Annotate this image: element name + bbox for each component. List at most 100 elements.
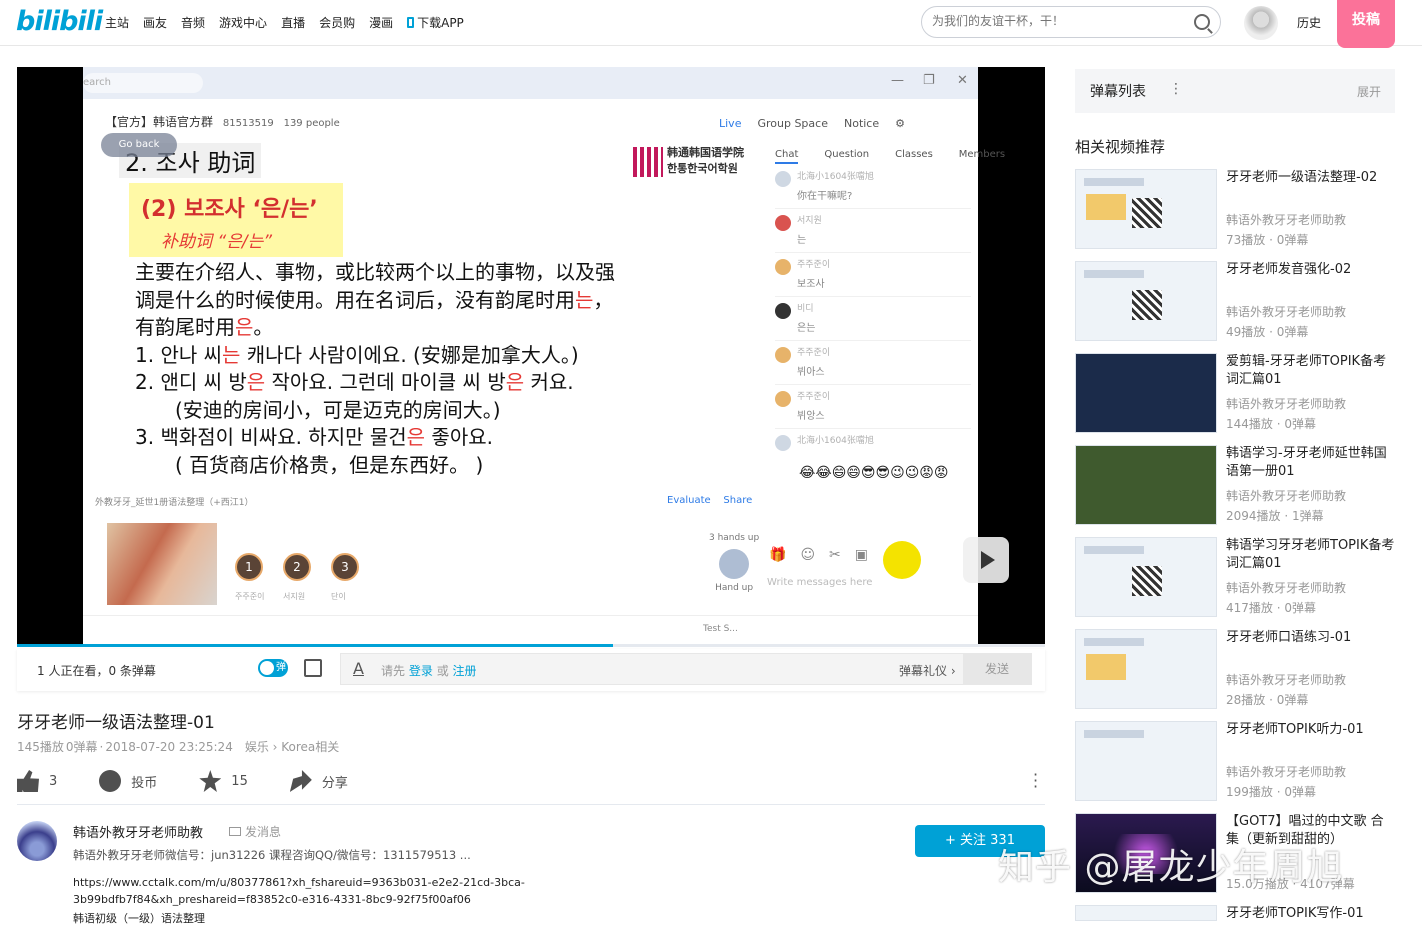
related-video-author[interactable]: 韩语外教牙牙老师助教 bbox=[1226, 395, 1346, 412]
chat-user: 주주준이 bbox=[797, 260, 831, 270]
chat-tools: 🎁 ☺ ✂ ▣ bbox=[769, 547, 882, 563]
chat-tab-chat: Chat bbox=[775, 149, 799, 164]
chat-text: 뷔아스 bbox=[797, 367, 825, 378]
video-description-line: 3b99bdfb7f84&xh_preshareid=f83852c0-e316… bbox=[73, 893, 471, 906]
uploader-name[interactable]: 韩语外教牙牙老师助教 bbox=[73, 822, 203, 841]
slide-topic-chinese: 补助词 “은/는” bbox=[161, 232, 273, 252]
related-video[interactable]: 牙牙老师TOPIK听力-01 韩语外教牙牙老师助教 199播放 · 0弹幕 bbox=[1075, 721, 1405, 803]
send-message-link[interactable]: 发消息 bbox=[229, 823, 281, 840]
chat-tab-question: Question bbox=[824, 149, 870, 160]
slide-example-2-cn: (安迪的房间小，可是迈克的房间大。) bbox=[175, 397, 501, 422]
related-video-title[interactable]: 牙牙老师TOPIK写作-01 bbox=[1226, 905, 1396, 923]
watermark: 知乎 @屠龙少年周旭 bbox=[998, 847, 1344, 888]
nav-item-comics[interactable]: 漫画 bbox=[369, 14, 393, 31]
nav-item-mall[interactable]: 会员购 bbox=[319, 14, 355, 31]
slide-text: 1. 안나 씨 bbox=[135, 342, 222, 367]
share-link: Share bbox=[723, 495, 753, 506]
video-thumbnail[interactable] bbox=[1075, 629, 1217, 709]
hand-rank: 3 bbox=[341, 560, 349, 574]
related-video-author[interactable]: 韩语外教牙牙老师助教 bbox=[1226, 211, 1346, 228]
related-video[interactable]: 牙牙老师TOPIK写作-01 bbox=[1075, 905, 1405, 921]
favorite-button[interactable]: 15 bbox=[199, 770, 248, 792]
video-actions: 3 投币 15 分享 bbox=[17, 770, 390, 792]
video-thumbnail[interactable] bbox=[1075, 537, 1217, 617]
danmaku-input[interactable]: A 请先 登录 或 注册 弹幕礼仪 › 发送 bbox=[340, 653, 1032, 685]
danmaku-etiquette-link[interactable]: 弹幕礼仪 › bbox=[899, 662, 956, 679]
slide-text: 2. 앤디 씨 방 bbox=[135, 370, 247, 394]
slide-body: 主要在介绍人、事物，或比较两个以上的事物，以及强 调是什么的时候使用。用在名词后… bbox=[135, 259, 735, 479]
uploader-avatar[interactable] bbox=[17, 821, 57, 861]
slide-red-text: 은 bbox=[406, 425, 426, 449]
related-video-author[interactable]: 韩语外教牙牙老师助教 bbox=[1226, 763, 1346, 780]
related-video-title[interactable]: 韩语学习牙牙老师TOPIK备考词汇篇01 bbox=[1226, 537, 1396, 573]
chat-text: 는 bbox=[797, 235, 807, 246]
nav-item-audio[interactable]: 音频 bbox=[181, 14, 205, 31]
search-icon[interactable] bbox=[1194, 14, 1210, 30]
related-video-title[interactable]: 韩语学习-牙牙老师延世韩国语第一册01 bbox=[1226, 445, 1396, 481]
phone-icon bbox=[407, 17, 415, 28]
send-button[interactable]: 发送 bbox=[963, 654, 1031, 684]
upload-button[interactable]: 投稿 bbox=[1337, 0, 1395, 48]
hand-user-name: 주주준이 bbox=[235, 592, 265, 601]
related-video[interactable]: 韩语学习-牙牙老师延世韩国语第一册01 韩语外教牙牙老师助教 2094播放 · … bbox=[1075, 445, 1405, 527]
like-button[interactable]: 3 bbox=[17, 770, 57, 792]
related-video[interactable]: 牙牙老师发音强化-02 韩语外教牙牙老师助教 49播放 · 0弹幕 bbox=[1075, 261, 1405, 343]
video-thumbnail[interactable] bbox=[1075, 445, 1217, 525]
clock-icon bbox=[883, 541, 921, 579]
nav-item-game-center[interactable]: 游戏中心 bbox=[219, 14, 267, 31]
related-video[interactable]: 爱剪辑-牙牙老师TOPIK备考词汇篇01 韩语外教牙牙老师助教 144播放 · … bbox=[1075, 353, 1405, 435]
related-video-title[interactable]: 爱剪辑-牙牙老师TOPIK备考词汇篇01 bbox=[1226, 353, 1396, 389]
chat-text: 은는 bbox=[797, 323, 816, 334]
share-button[interactable]: 分享 bbox=[289, 770, 348, 792]
related-video-title[interactable]: 牙牙老师口语练习-01 bbox=[1226, 629, 1396, 647]
login-link[interactable]: 登录 bbox=[409, 664, 433, 678]
video-thumbnail[interactable] bbox=[1075, 169, 1217, 249]
related-video-author[interactable]: 韩语外教牙牙老师助教 bbox=[1226, 487, 1346, 504]
expand-button[interactable]: 展开 bbox=[1357, 83, 1381, 100]
category-breadcrumb[interactable]: 娱乐 › Korea相关 bbox=[245, 740, 339, 754]
related-video-title[interactable]: 牙牙老师TOPIK听力-01 bbox=[1226, 721, 1396, 739]
related-video-stats: 28播放 · 0弹幕 bbox=[1226, 693, 1309, 707]
related-video[interactable]: 牙牙老师口语练习-01 韩语外教牙牙老师助教 28播放 · 0弹幕 bbox=[1075, 629, 1405, 711]
video-thumbnail[interactable] bbox=[1075, 353, 1217, 433]
video-thumbnail[interactable] bbox=[1075, 721, 1217, 801]
evaluate-link: Evaluate bbox=[667, 495, 711, 506]
register-link[interactable]: 注册 bbox=[453, 664, 477, 678]
danmaku-settings-icon[interactable] bbox=[304, 659, 322, 677]
related-video-title[interactable]: 牙牙老师发音强化-02 bbox=[1226, 261, 1396, 279]
gift-icon: 🎁 bbox=[769, 547, 787, 563]
video-player[interactable]: earch — ❐ ✕ 【官方】韩语官方群 81513519 139 peopl… bbox=[17, 67, 1045, 647]
nav-item-painter[interactable]: 画友 bbox=[143, 14, 167, 31]
chat-tab-members: Members bbox=[958, 149, 1006, 160]
nav-item-main[interactable]: 主站 bbox=[105, 14, 129, 31]
coin-button[interactable]: 投币 bbox=[99, 770, 157, 792]
user-avatar[interactable] bbox=[1244, 6, 1278, 40]
related-video-author[interactable]: 韩语外教牙牙老师助教 bbox=[1226, 671, 1346, 688]
related-video[interactable]: 牙牙老师一级语法整理-02 韩语外教牙牙老师助教 73播放 · 0弹幕 bbox=[1075, 169, 1405, 251]
chat-user: 北海小1604张噹旭 bbox=[797, 172, 874, 182]
video-thumbnail[interactable] bbox=[1075, 905, 1217, 921]
search-input[interactable] bbox=[932, 14, 1182, 28]
slide-text: ， bbox=[593, 287, 614, 312]
nav-item-live[interactable]: 直播 bbox=[281, 14, 305, 31]
nav-item-download-app[interactable]: 下载APP bbox=[407, 14, 478, 31]
chat-list: 北海小1604张噹旭 你在干嘛呢? 서지원 는 주주준이 보조사 비디 은는 주주준이 뷔… bbox=[775, 165, 971, 505]
font-style-icon[interactable]: A bbox=[353, 659, 364, 678]
related-video-author[interactable]: 韩语外教牙牙老师助教 bbox=[1226, 579, 1346, 596]
bilibili-logo[interactable]: bilibili bbox=[16, 6, 103, 37]
progress-bar[interactable] bbox=[17, 644, 1045, 647]
related-video[interactable]: 韩语学习牙牙老师TOPIK备考词汇篇01 韩语外教牙牙老师助教 417播放 · … bbox=[1075, 537, 1405, 619]
slide-text: 调是什么的时候使用。用在名词后，没有韵尾时用 bbox=[135, 287, 575, 312]
related-video-author[interactable]: 韩语外教牙牙老师助教 bbox=[1226, 303, 1346, 320]
history-link[interactable]: 历史 bbox=[1297, 14, 1321, 31]
related-video-stats: 417播放 · 0弹幕 bbox=[1226, 601, 1316, 615]
slide-example-1: 1. 안나 씨는 캐나다 사람이에요. (安娜是加拿大人。) bbox=[135, 342, 735, 370]
danmaku-menu-icon[interactable]: ⋮ bbox=[1169, 81, 1183, 97]
danmaku-toggle[interactable]: 弹 bbox=[258, 659, 288, 677]
close-icon: ✕ bbox=[957, 73, 968, 88]
related-video-title[interactable]: 牙牙老师一级语法整理-02 bbox=[1226, 169, 1396, 187]
video-thumbnail[interactable] bbox=[1075, 261, 1217, 341]
chat-tabs: Chat Question Classes Members bbox=[775, 149, 1031, 164]
play-icon[interactable] bbox=[963, 537, 1009, 583]
more-options-icon[interactable]: · · · bbox=[1033, 767, 1038, 795]
